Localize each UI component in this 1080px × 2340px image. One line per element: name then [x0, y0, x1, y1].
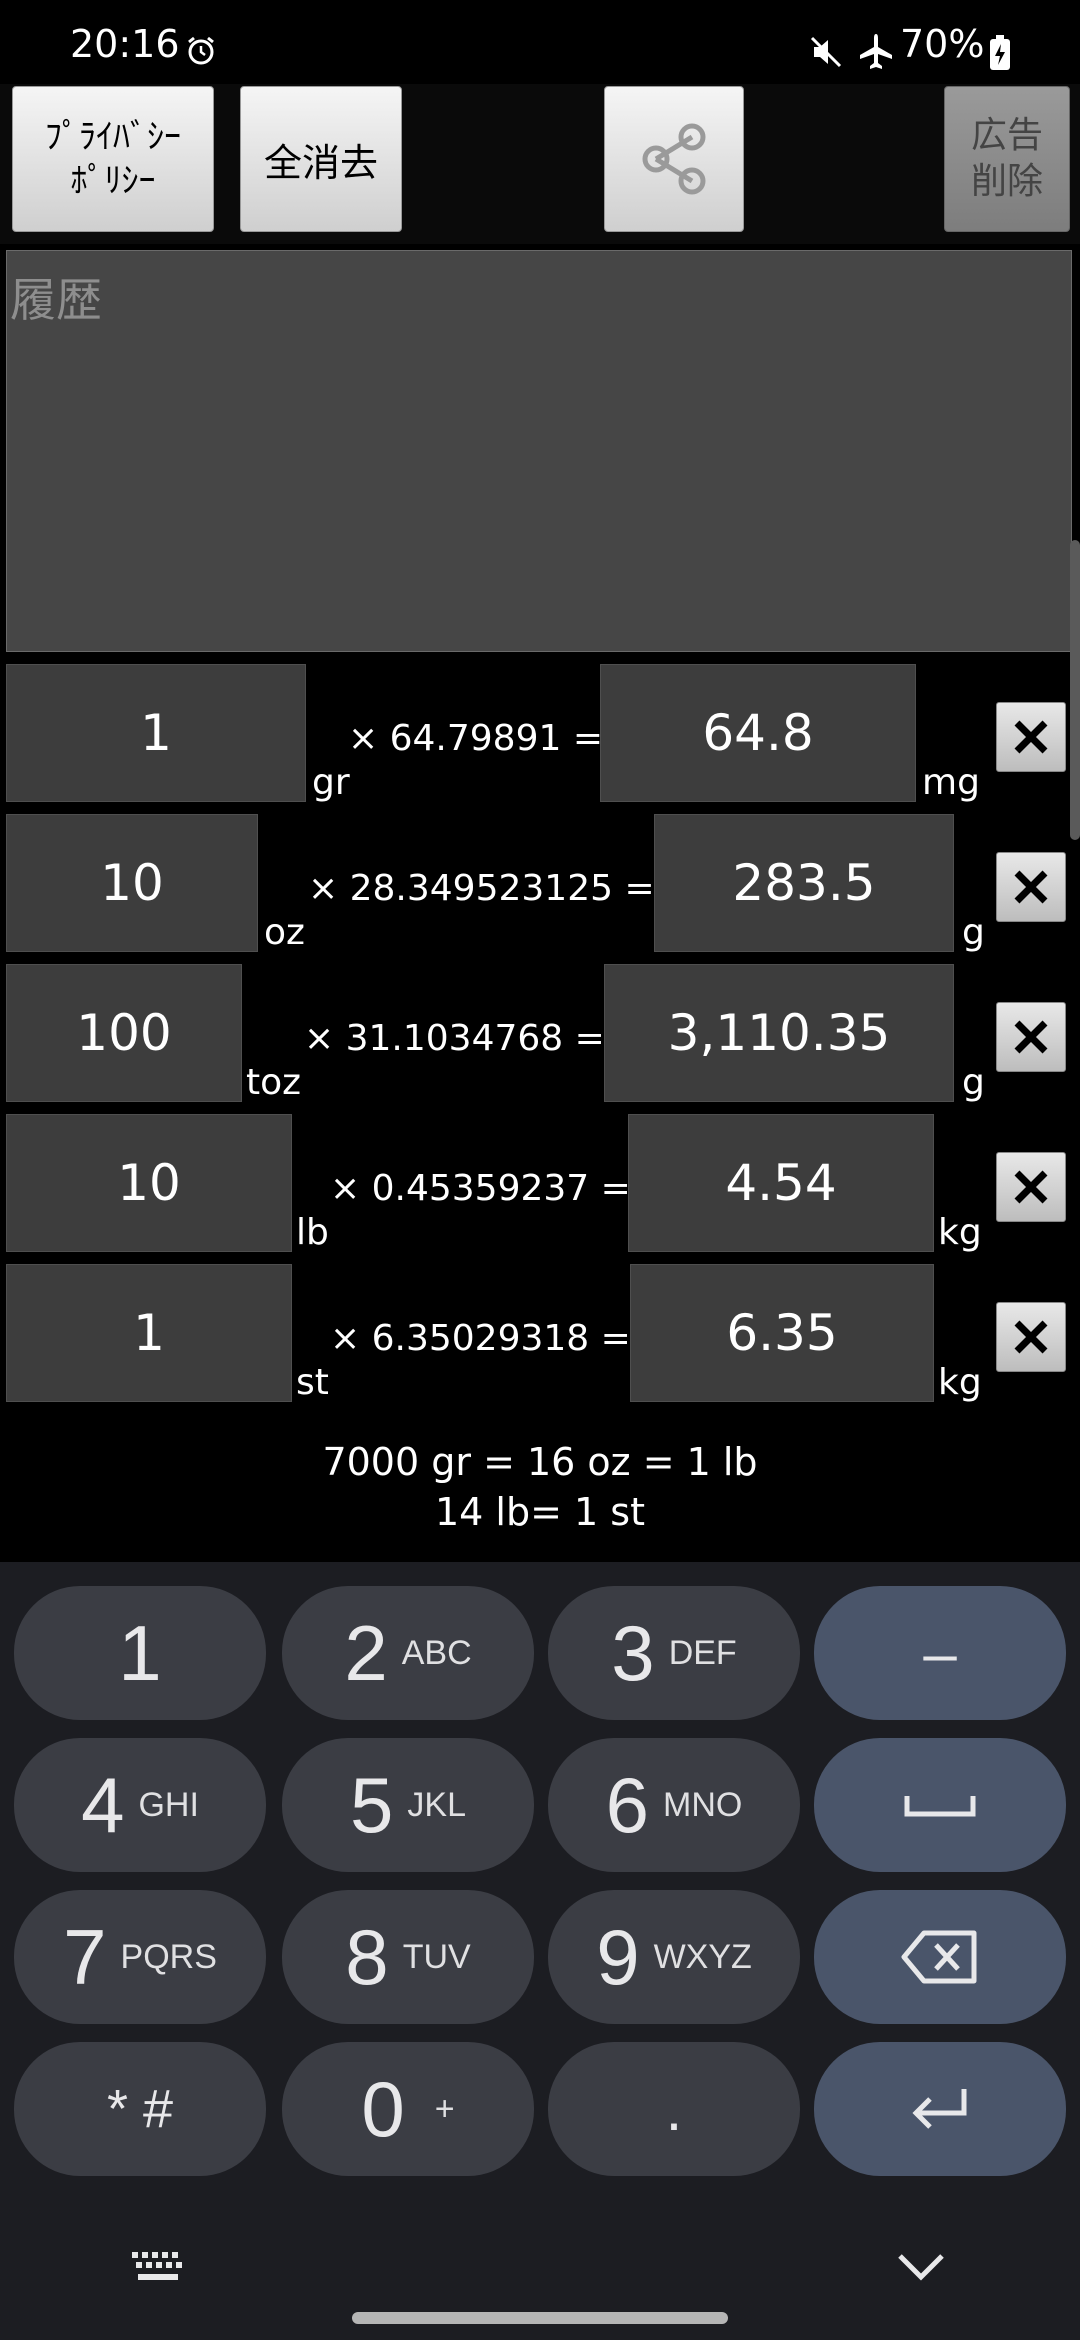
unit-kg: kg	[938, 1362, 982, 1403]
conversion-note: 14 lb= 1 st	[435, 1490, 645, 1534]
unit-g: g	[962, 912, 985, 953]
battery-charging-icon	[990, 35, 1010, 70]
home-indicator[interactable]	[352, 2312, 728, 2324]
backspace-icon	[901, 1930, 977, 1984]
unit-lb: lb	[296, 1212, 329, 1253]
share-button[interactable]	[604, 86, 744, 232]
share-icon	[642, 123, 706, 195]
input-st[interactable]: 1	[6, 1264, 292, 1402]
key-5[interactable]: 5 JKL	[282, 1738, 534, 1872]
key-dot[interactable]: .	[548, 2042, 800, 2176]
remove-ads-button[interactable]: 広告 削除	[944, 86, 1070, 232]
remove-ads-line2: 削除	[970, 161, 1043, 202]
factor-gr-mg: × 64.79891 =	[348, 718, 603, 759]
result-kg: 6.35	[630, 1264, 934, 1402]
key-1[interactable]: 1	[14, 1586, 266, 1720]
key-2[interactable]: 2 ABC	[282, 1586, 534, 1720]
factor-toz-g: × 31.1034768 =	[304, 1018, 605, 1059]
clock: 20:16	[70, 22, 180, 66]
history-placeholder: 履歴	[10, 273, 102, 327]
result-kg: 4.54	[628, 1114, 934, 1252]
unit-kg: kg	[938, 1212, 982, 1253]
space-icon	[904, 1796, 976, 1817]
result-g: 283.5	[654, 814, 954, 952]
key-9[interactable]: 9 WXYZ	[548, 1890, 800, 2024]
space-key[interactable]	[814, 1738, 1066, 1872]
factor-st-kg: × 6.35029318 =	[330, 1318, 631, 1359]
clear-all-button[interactable]: 全消去	[240, 86, 402, 232]
key-star-hash[interactable]: * #	[14, 2042, 266, 2176]
key-3[interactable]: 3 DEF	[548, 1586, 800, 1720]
privacy-policy-button[interactable]: ﾌﾟﾗｲﾊﾞｼｰ ﾎﾟﾘｼｰ	[12, 86, 214, 232]
unit-toz: toz	[246, 1062, 302, 1103]
remove-ads-line1: 広告	[970, 115, 1043, 156]
history-area[interactable]	[6, 250, 1072, 652]
privacy-label-line1: ﾌﾟﾗｲﾊﾞｼｰ	[45, 117, 181, 157]
delete-row-button[interactable]	[996, 702, 1066, 772]
unit-st: st	[296, 1362, 329, 1403]
close-icon	[1014, 1320, 1048, 1354]
input-oz[interactable]: 10	[6, 814, 258, 952]
privacy-label-line2: ﾎﾟﾘｼｰ	[70, 161, 156, 201]
backspace-key[interactable]	[814, 1890, 1066, 2024]
keyboard-switch-icon[interactable]	[130, 2250, 186, 2284]
result-g: 3,110.35	[604, 964, 954, 1102]
enter-key[interactable]	[814, 2042, 1066, 2176]
input-toz[interactable]: 100	[6, 964, 242, 1102]
key-8[interactable]: 8 TUV	[282, 1890, 534, 2024]
factor-oz-g: × 28.349523125 =	[308, 868, 655, 909]
key-7[interactable]: 7 PQRS	[14, 1890, 266, 2024]
minus-key[interactable]: –	[814, 1586, 1066, 1720]
key-6[interactable]: 6 MNO	[548, 1738, 800, 1872]
mute-icon	[810, 36, 842, 68]
key-0[interactable]: 0 +	[282, 2042, 534, 2176]
unit-oz: oz	[264, 912, 305, 953]
result-mg: 64.8	[600, 664, 916, 802]
delete-row-button[interactable]	[996, 1302, 1066, 1372]
unit-g: g	[962, 1062, 985, 1103]
factor-lb-kg: × 0.45359237 =	[330, 1168, 631, 1209]
unit-mg: mg	[922, 762, 980, 803]
delete-row-button[interactable]	[996, 1152, 1066, 1222]
close-icon	[1014, 870, 1048, 904]
alarm-icon	[188, 36, 214, 65]
delete-row-button[interactable]	[996, 852, 1066, 922]
enter-icon	[912, 2089, 967, 2129]
key-4[interactable]: 4 GHI	[14, 1738, 266, 1872]
airplane-mode-icon	[860, 34, 892, 69]
input-gr[interactable]: 1	[6, 664, 306, 802]
unit-gr: gr	[312, 762, 350, 803]
conversion-note: 7000 gr = 16 oz = 1 lb	[322, 1440, 758, 1484]
delete-row-button[interactable]	[996, 1002, 1066, 1072]
close-icon	[1014, 1020, 1048, 1054]
input-lb[interactable]: 10	[6, 1114, 292, 1252]
close-icon	[1014, 1170, 1048, 1204]
close-icon	[1014, 720, 1048, 754]
scrollbar[interactable]	[1070, 540, 1080, 840]
chevron-down-icon[interactable]	[896, 2252, 946, 2282]
battery-percent: 70%	[900, 22, 985, 66]
